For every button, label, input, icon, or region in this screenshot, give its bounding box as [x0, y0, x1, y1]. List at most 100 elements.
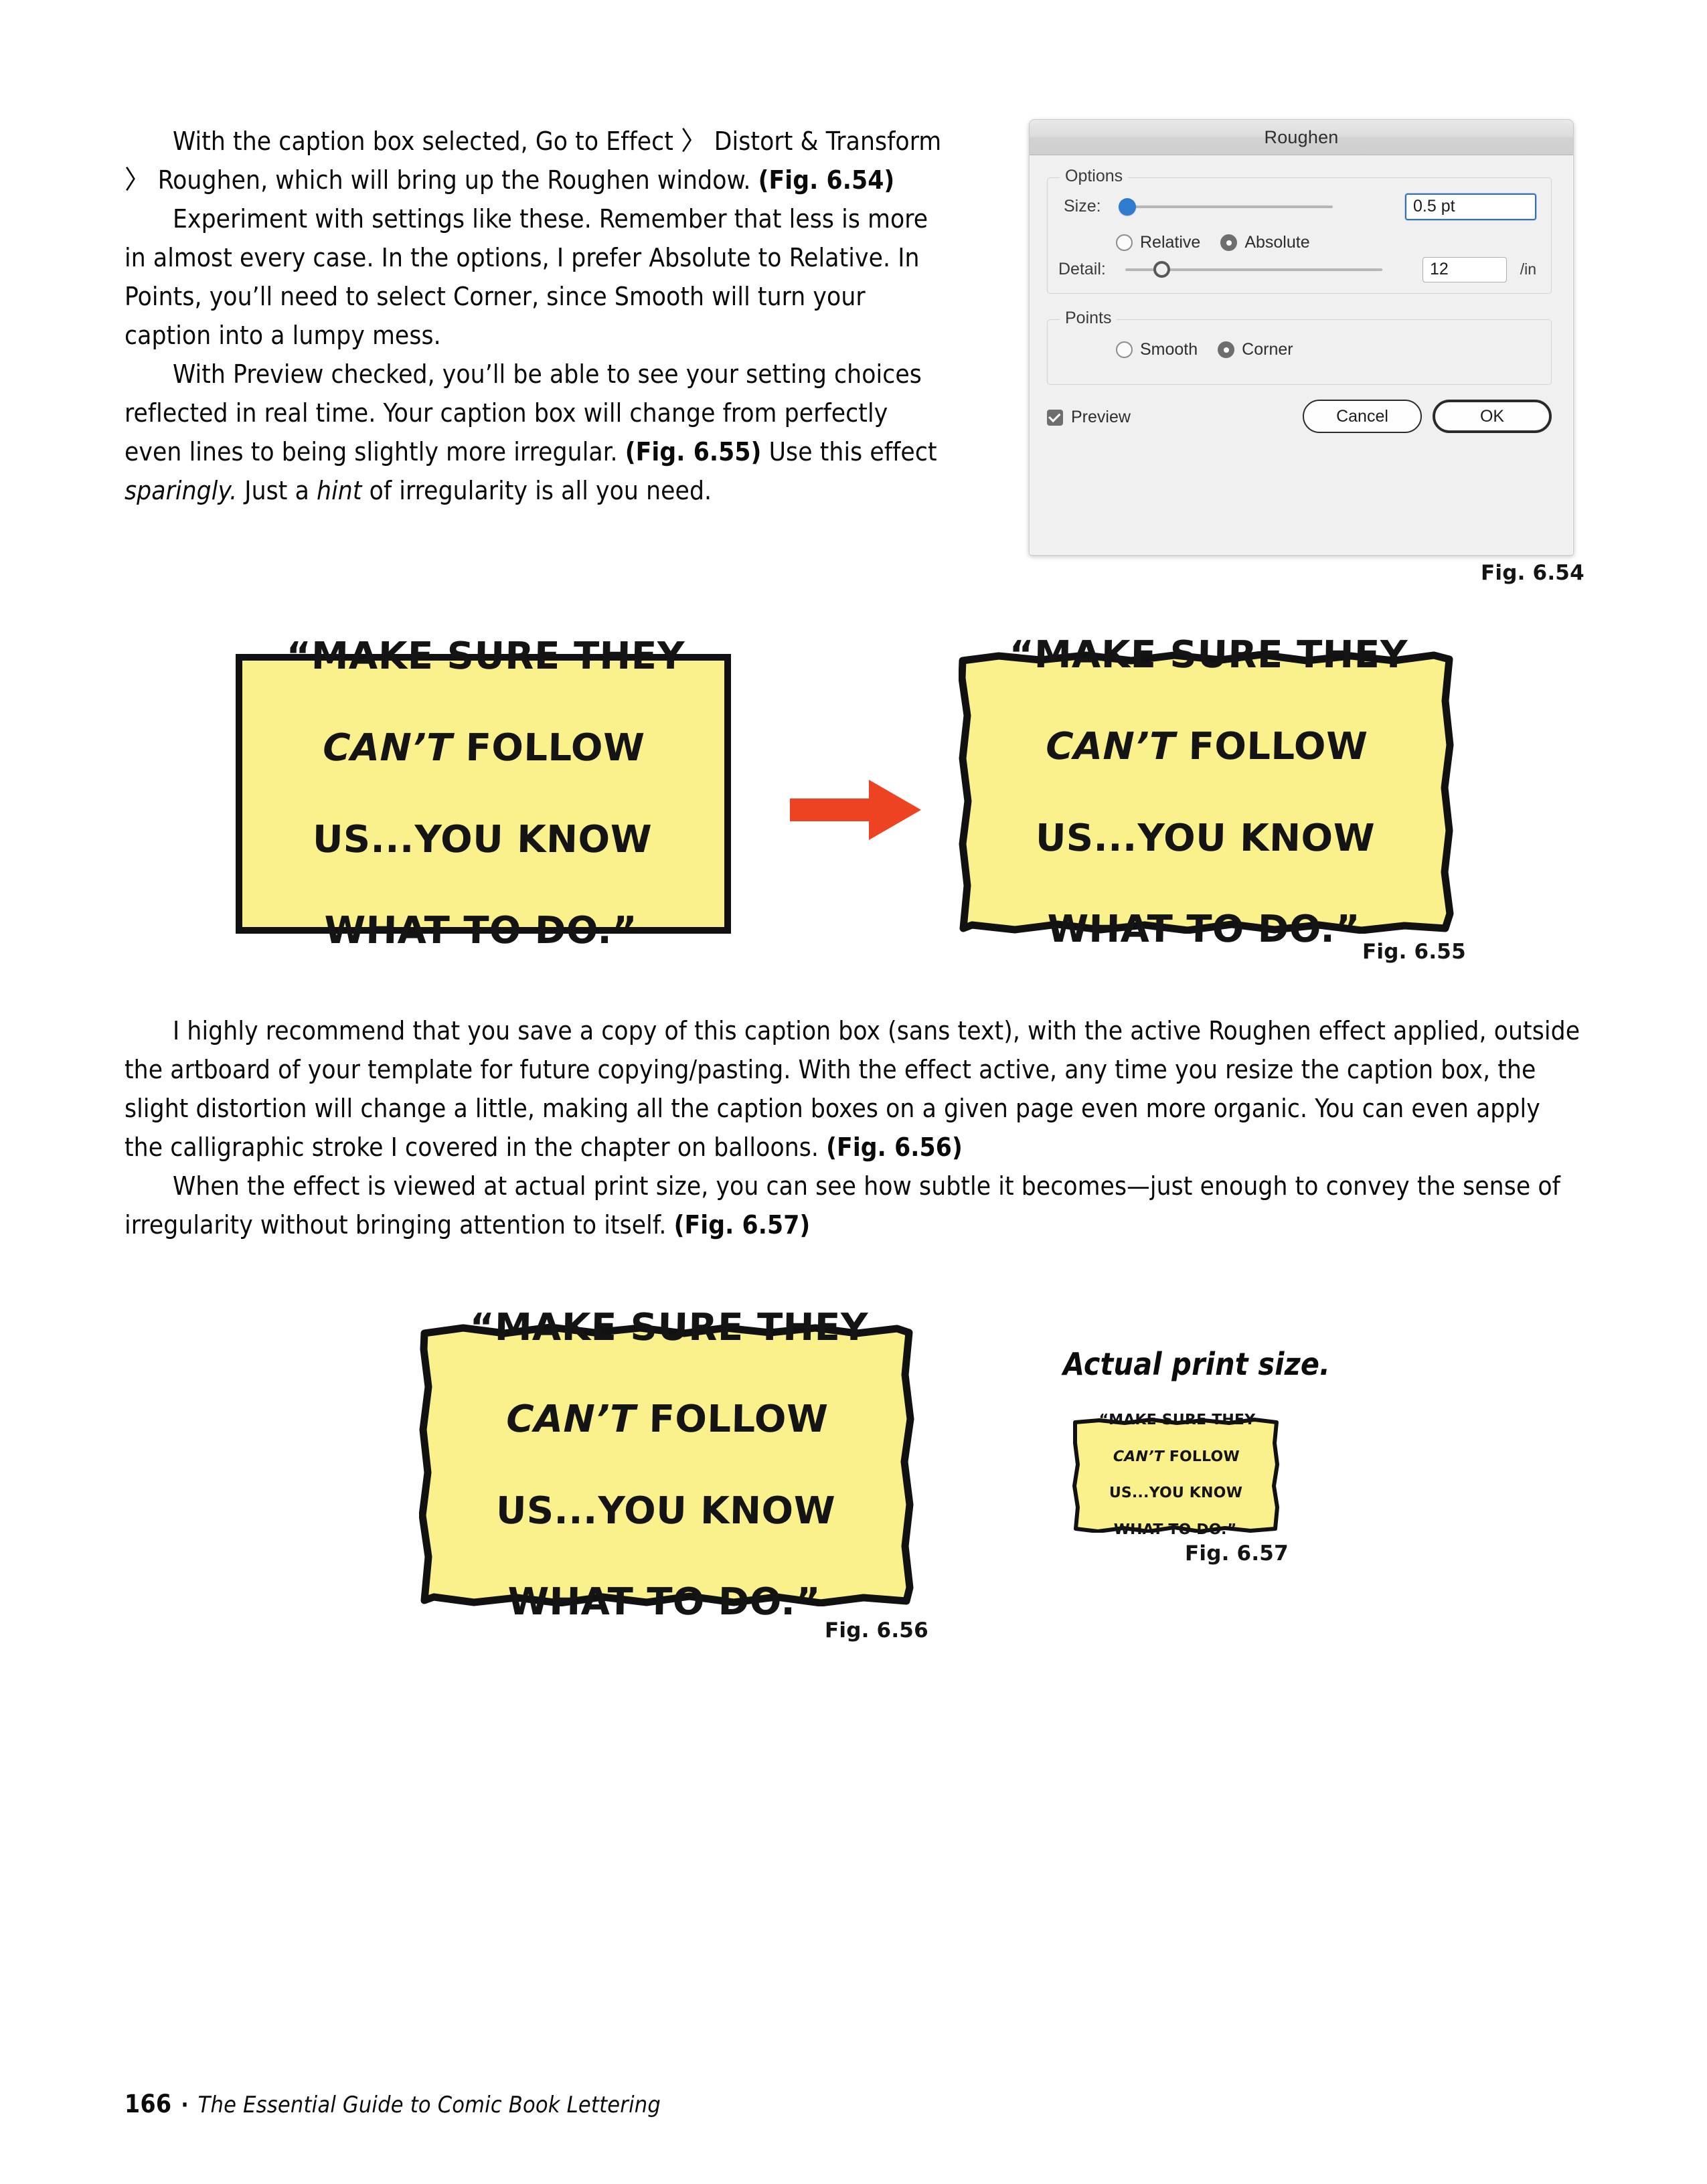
footer-separator: · [181, 2092, 189, 2118]
detail-input-value: 12 [1430, 260, 1449, 278]
actual-print-size-heading: Actual print size. [1063, 1346, 1331, 1382]
points-group-label: Points [1060, 309, 1117, 328]
paragraph-5: When the effect is viewed at actual prin… [125, 1167, 1580, 1245]
page-root: With the caption box selected, Go to Eff… [0, 0, 1707, 2184]
fig-caption-654: Fig. 6.54 [1481, 561, 1584, 585]
roughen-dialog: Roughen Options Size: 0.5 pt Relative Ab… [1029, 119, 1574, 556]
footer-book-title: The Essential Guide to Comic Book Letter… [197, 2092, 661, 2118]
size-slider-knob[interactable] [1119, 197, 1136, 216]
caption-line-2: CAN’T FOLLOW [284, 726, 683, 771]
caption-text-large: “MAKE SURE THEY CAN’T FOLLOW US...YOU KN… [464, 1260, 870, 1671]
caption-box-roughened-inner: “MAKE SURE THEY CAN’T FOLLOW US...YOU KN… [959, 633, 1454, 951]
caption-box-clean-inner: “MAKE SURE THEY CAN’T FOLLOW US...YOU KN… [242, 635, 724, 952]
size-slider-track [1119, 205, 1333, 208]
caption-line-1: “MAKE SURE THEY [286, 634, 685, 678]
caption-line-3: US...YOU KNOW [1035, 816, 1376, 860]
fig-ref-655: (Fig. 6.55) [625, 437, 762, 467]
fig-caption-655: Fig. 6.55 [1362, 940, 1466, 964]
ok-button[interactable]: OK [1433, 400, 1552, 433]
caption-line-4: WHAT TO DO.” [1113, 1521, 1237, 1539]
full-width-text-column: I highly recommend that you save a copy … [125, 1012, 1580, 1245]
radio-smooth-dot [1116, 341, 1133, 358]
fig-caption-656: Fig. 6.56 [825, 1618, 928, 1643]
dialog-titlebar[interactable]: Roughen [1030, 120, 1573, 155]
caption-box-large-roughened: “MAKE SURE THEY CAN’T FOLLOW US...YOU KN… [419, 1306, 914, 1624]
detail-slider-knob[interactable] [1153, 261, 1170, 278]
caption-line-3: US...YOU KNOW [312, 817, 653, 861]
options-group: Options Size: 0.5 pt Relative Absolute D… [1047, 167, 1552, 294]
left-text-column: With the caption box selected, Go to Eff… [125, 122, 948, 511]
paragraph-4: I highly recommend that you save a copy … [125, 1012, 1580, 1167]
dialog-title: Roughen [1264, 127, 1339, 147]
radio-corner[interactable]: Corner [1218, 340, 1293, 359]
size-mode-radio-group: Relative Absolute [1116, 233, 1330, 252]
caption-line-1: “MAKE SURE THEY [469, 1305, 869, 1349]
paragraph-1: With the caption box selected, Go to Eff… [125, 122, 948, 200]
check-icon [1048, 410, 1061, 422]
fig-ref-654: (Fig. 6.54) [758, 165, 895, 195]
detail-label: Detail: [1058, 260, 1106, 278]
page-footer: 166 · The Essential Guide to Comic Book … [125, 2090, 661, 2118]
detail-slider[interactable] [1125, 261, 1382, 278]
paragraph-3-text-d: of irregularity is all you need. [361, 476, 712, 506]
fig-ref-657: (Fig. 6.57) [673, 1210, 811, 1240]
size-slider[interactable] [1119, 197, 1333, 216]
radio-relative-dot [1116, 234, 1133, 251]
caption-line-2-rest: FOLLOW [1175, 724, 1369, 768]
detail-row: Detail: 12 /in [1058, 256, 1536, 282]
caption-text-roughened: “MAKE SURE THEY CAN’T FOLLOW US...YOU KN… [1003, 587, 1409, 999]
caption-line-2: CAN’T FOLLOW [1098, 1448, 1254, 1466]
paragraph-2: Experiment with settings like these. Rem… [125, 200, 948, 355]
fig-ref-656: (Fig. 6.56) [826, 1132, 963, 1163]
cancel-button[interactable]: Cancel [1303, 400, 1422, 433]
caption-line-2-rest: FOLLOW [635, 1397, 829, 1441]
caption-box-clean: “MAKE SURE THEY CAN’T FOLLOW US...YOU KN… [236, 635, 731, 952]
paragraph-3-text-c: Just a [237, 476, 317, 506]
preview-checkbox[interactable] [1047, 409, 1063, 426]
caption-line-2-emphasis: CAN’T [1113, 1448, 1165, 1466]
radio-smooth[interactable]: Smooth [1116, 340, 1198, 359]
caption-line-2-emphasis: CAN’T [506, 1397, 637, 1441]
radio-relative[interactable]: Relative [1116, 233, 1200, 252]
caption-box-roughened: “MAKE SURE THEY CAN’T FOLLOW US...YOU KN… [959, 633, 1454, 951]
caption-line-4: WHAT TO DO.” [507, 1580, 821, 1624]
caption-line-2: CAN’T FOLLOW [1007, 724, 1406, 770]
paragraph-3-text-b: Use this effect [761, 437, 937, 467]
size-label: Size: [1064, 197, 1101, 216]
fig-caption-657: Fig. 6.57 [1185, 1541, 1289, 1566]
caption-line-2-emphasis: CAN’T [323, 726, 453, 770]
arrow-icon [790, 773, 924, 847]
cancel-button-label: Cancel [1336, 406, 1388, 426]
caption-line-3: US...YOU KNOW [1109, 1485, 1243, 1502]
caption-box-actual-size-inner: “MAKE SURE THEY CAN’T FOLLOW US...YOU KN… [1072, 1412, 1280, 1539]
detail-input[interactable]: 12 [1422, 256, 1507, 282]
radio-corner-label: Corner [1242, 340, 1293, 359]
caption-line-1: “MAKE SURE THEY [1009, 633, 1408, 677]
radio-corner-dot [1218, 341, 1235, 358]
size-row: Size: 0.5 pt [1064, 193, 1536, 220]
caption-line-3: US...YOU KNOW [495, 1489, 836, 1533]
caption-line-2-rest: FOLLOW [452, 726, 646, 770]
detail-unit-label: /in [1520, 260, 1536, 278]
points-group: Points Smooth Corner [1047, 309, 1552, 385]
radio-smooth-label: Smooth [1140, 340, 1198, 359]
caption-line-2-emphasis: CAN’T [1046, 724, 1176, 768]
caption-box-actual-size: “MAKE SURE THEY CAN’T FOLLOW US...YOU KN… [1072, 1412, 1280, 1539]
preview-checkbox-row[interactable]: Preview [1047, 408, 1131, 427]
points-radio-group: Smooth Corner [1116, 340, 1313, 359]
radio-absolute-label: Absolute [1244, 233, 1310, 252]
preview-label: Preview [1071, 408, 1131, 426]
footer-page-number: 166 [125, 2090, 172, 2118]
caption-line-2-rest: FOLLOW [1163, 1448, 1240, 1466]
radio-absolute-dot [1220, 234, 1238, 251]
ok-button-label: OK [1479, 406, 1505, 426]
caption-box-large-inner: “MAKE SURE THEY CAN’T FOLLOW US...YOU KN… [419, 1306, 914, 1624]
size-input[interactable]: 0.5 pt [1405, 193, 1536, 220]
caption-text-actual-size: “MAKE SURE THEY CAN’T FOLLOW US...YOU KN… [1096, 1393, 1256, 1557]
caption-line-4: WHAT TO DO.” [324, 908, 638, 952]
paragraph-3-italic-sparingly: sparingly. [125, 476, 238, 506]
paragraph-5-text: When the effect is viewed at actual prin… [125, 1171, 1560, 1240]
radio-absolute[interactable]: Absolute [1220, 233, 1310, 252]
radio-relative-label: Relative [1140, 233, 1201, 252]
paragraph-3-italic-hint: hint [317, 476, 362, 506]
